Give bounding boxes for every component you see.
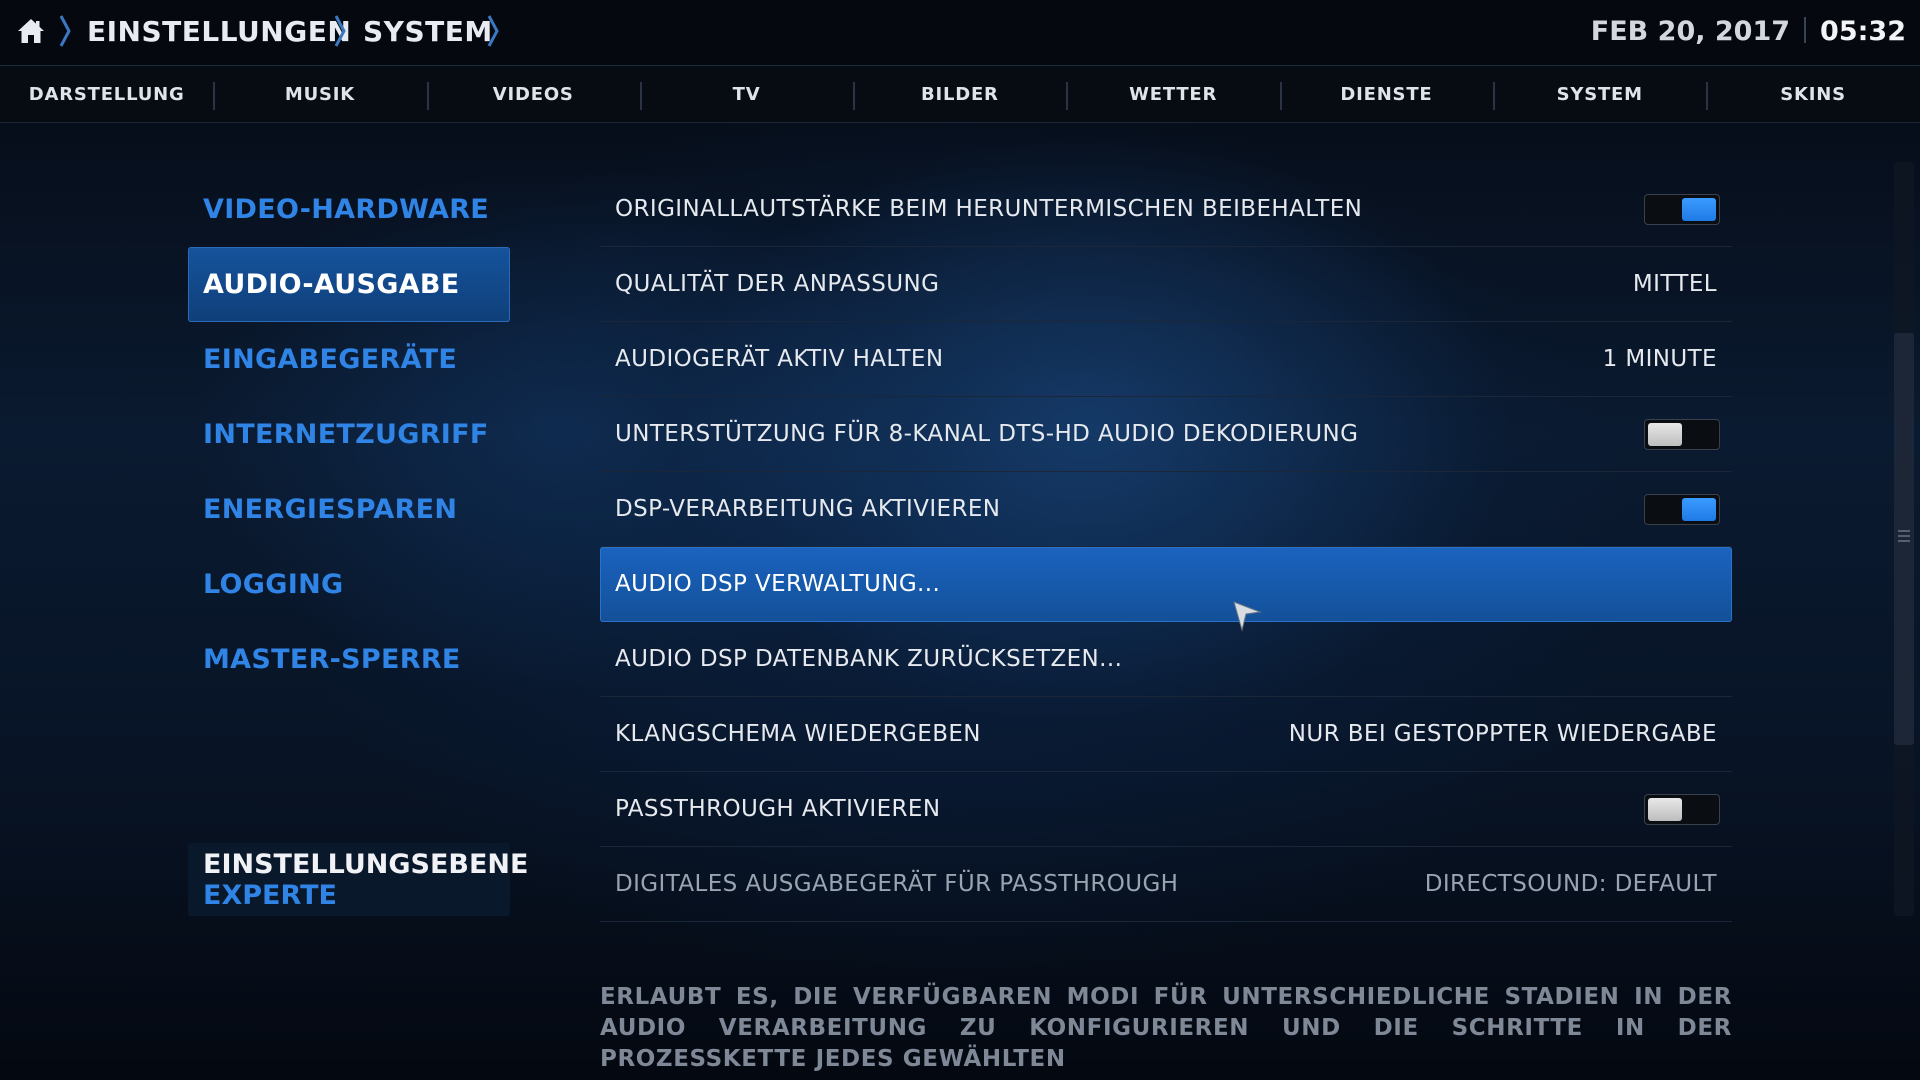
divider (1804, 17, 1807, 43)
toggle-knob (1682, 498, 1716, 521)
nav-item-skins[interactable]: SKINS (1706, 67, 1919, 123)
toggle-switch[interactable] (1644, 494, 1720, 525)
menu-item-power-saving[interactable]: ENERGIESPAREN (188, 472, 510, 547)
menu-item-video-hardware[interactable]: VIDEO-HARDWARE (188, 172, 510, 247)
setting-row[interactable]: QUALITÄT DER ANPASSUNG MITTEL (600, 247, 1732, 322)
scrollbar-grip (1898, 530, 1910, 544)
chevron-right-icon (487, 15, 499, 47)
breadcrumb-settings[interactable]: EINSTELLUNGEN (87, 12, 351, 52)
setting-value: MITTEL (1632, 271, 1717, 297)
setting-value: DIRECTSOUND: DEFAULT (1424, 871, 1717, 897)
nav-item-system[interactable]: SYSTEM (1493, 67, 1706, 123)
settings-level-button[interactable]: EINSTELLUNGSEBENE EXPERTE (188, 843, 529, 916)
setting-description: ERLAUBT ES, DIE VERFÜGBAREN MODI FÜR UNT… (600, 984, 1732, 1072)
nav-item-tv[interactable]: TV (639, 67, 853, 123)
settings-level-value: EXPERTE (203, 880, 337, 911)
setting-label: ORIGINALLAUTSTÄRKE BEIM HERUNTERMISCHEN … (615, 196, 1363, 222)
nav-item-musik[interactable]: MUSIK (213, 67, 426, 123)
toggle-switch[interactable] (1644, 794, 1720, 825)
settings-list: ORIGINALLAUTSTÄRKE BEIM HERUNTERMISCHEN … (600, 172, 1732, 922)
breadcrumb-system[interactable]: SYSTEM (363, 12, 493, 52)
menu-item-internet-access[interactable]: INTERNETZUGRIFF (188, 397, 510, 472)
setting-label: AUDIO DSP VERWALTUNG... (615, 571, 941, 597)
toggle-knob (1648, 423, 1682, 446)
setting-label: PASSTHROUGH AKTIVIEREN (615, 796, 941, 822)
top-bar: EINSTELLUNGEN SYSTEM FEB 20, 2017 05:32 (0, 0, 1920, 66)
settings-level-title: EINSTELLUNGSEBENE (203, 849, 529, 880)
setting-row[interactable]: DSP-VERARBEITUNG AKTIVIEREN (600, 472, 1732, 547)
home-icon[interactable] (16, 16, 46, 46)
setting-row[interactable]: ORIGINALLAUTSTÄRKE BEIM HERUNTERMISCHEN … (600, 172, 1732, 247)
menu-item-input-devices[interactable]: EINGABEGERÄTE (188, 322, 510, 397)
setting-label: DSP-VERARBEITUNG AKTIVIEREN (615, 496, 1001, 522)
setting-label: QUALITÄT DER ANPASSUNG (615, 271, 940, 297)
settings-category-menu: VIDEO-HARDWARE AUDIO-AUSGABE EINGABEGERÄ… (188, 172, 510, 697)
toggle-knob (1682, 198, 1716, 221)
setting-label: AUDIO DSP DATENBANK ZURÜCKSETZEN... (615, 646, 1123, 672)
nav-item-darstellung[interactable]: DARSTELLUNG (0, 67, 213, 123)
setting-label: AUDIOGERÄT AKTIV HALTEN (615, 346, 944, 372)
nav-item-videos[interactable]: VIDEOS (426, 67, 640, 123)
time: 05:32 (1820, 16, 1906, 47)
toggle-switch[interactable] (1644, 194, 1720, 225)
setting-label: KLANGSCHEMA WIEDERGEBEN (615, 721, 981, 747)
chevron-right-icon (334, 15, 346, 47)
setting-row[interactable]: PASSTHROUGH AKTIVIEREN (600, 772, 1732, 847)
setting-row[interactable]: AUDIO DSP DATENBANK ZURÜCKSETZEN... (600, 622, 1732, 697)
menu-item-logging[interactable]: LOGGING (188, 547, 510, 622)
menu-item-audio-output[interactable]: AUDIO-AUSGABE (188, 247, 510, 322)
chevron-right-icon (59, 15, 71, 47)
date: FEB 20, 2017 (1590, 16, 1791, 47)
nav-item-bilder[interactable]: BILDER (853, 67, 1066, 123)
nav-item-wetter[interactable]: WETTER (1066, 67, 1279, 123)
setting-row[interactable]: UNTERSTÜTZUNG FÜR 8-KANAL DTS-HD AUDIO D… (600, 397, 1732, 472)
date-time: FEB 20, 2017 05:32 (1591, 12, 1906, 52)
setting-row-focused[interactable]: AUDIO DSP VERWALTUNG... (600, 547, 1732, 622)
nav-item-dienste[interactable]: DIENSTE (1279, 67, 1493, 123)
setting-value: 1 MINUTE (1602, 346, 1717, 372)
setting-label: UNTERSTÜTZUNG FÜR 8-KANAL DTS-HD AUDIO D… (615, 421, 1359, 447)
setting-label: DIGITALES AUSGABEGERÄT FÜR PASSTHROUGH (615, 871, 1179, 897)
setting-row[interactable]: AUDIOGERÄT AKTIV HALTEN 1 MINUTE (600, 322, 1732, 397)
toggle-switch[interactable] (1644, 419, 1720, 450)
menu-item-master-lock[interactable]: MASTER-SPERRE (188, 622, 510, 697)
setting-row[interactable]: KLANGSCHEMA WIEDERGEBEN NUR BEI GESTOPPT… (600, 697, 1732, 772)
setting-row-disabled: DIGITALES AUSGABEGERÄT FÜR PASSTHROUGH D… (600, 847, 1732, 922)
toggle-knob (1648, 798, 1682, 821)
setting-value: NUR BEI GESTOPPTER WIEDERGABE (1288, 721, 1717, 747)
mouse-pointer-icon (1233, 601, 1262, 632)
category-nav: DARSTELLUNG MUSIK VIDEOS TV BILDER WETTE… (0, 67, 1920, 123)
